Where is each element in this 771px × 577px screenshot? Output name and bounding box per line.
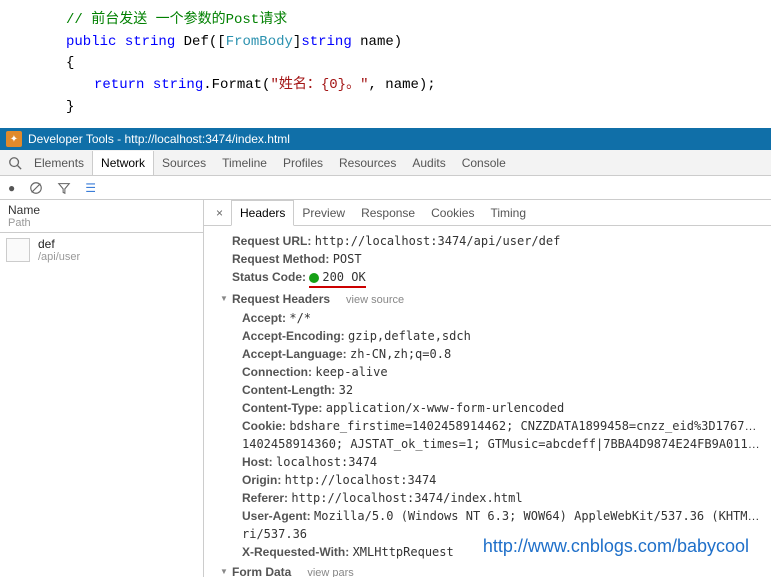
tab-resources[interactable]: Resources bbox=[331, 151, 404, 175]
tab-profiles[interactable]: Profiles bbox=[275, 151, 331, 175]
window-title: Developer Tools - http://localhost:3474/… bbox=[28, 132, 290, 146]
inspect-icon[interactable] bbox=[4, 156, 26, 171]
list-icon[interactable]: ☰ bbox=[85, 181, 96, 195]
filter-icon[interactable] bbox=[57, 181, 71, 196]
view-parsed-link[interactable]: view pars bbox=[307, 567, 353, 577]
request-path: /api/user bbox=[38, 251, 80, 263]
dtab-headers[interactable]: Headers bbox=[231, 200, 294, 226]
window-title-bar: ✦ Developer Tools - http://localhost:347… bbox=[0, 128, 771, 150]
request-list: Name Path def /api/user bbox=[0, 200, 204, 577]
request-thumb bbox=[6, 238, 30, 262]
main-tabs: Elements Network Sources Timeline Profil… bbox=[0, 150, 771, 176]
view-source-link[interactable]: view source bbox=[346, 294, 404, 306]
record-icon[interactable]: ● bbox=[8, 181, 15, 195]
status-dot-icon bbox=[309, 273, 319, 283]
request-row[interactable]: def /api/user bbox=[0, 233, 203, 267]
filter-toolbar: ● ☰ bbox=[0, 176, 771, 200]
tab-timeline[interactable]: Timeline bbox=[214, 151, 275, 175]
close-icon[interactable]: × bbox=[208, 206, 231, 220]
tab-sources[interactable]: Sources bbox=[154, 151, 214, 175]
dtab-preview[interactable]: Preview bbox=[294, 201, 353, 225]
details-tabs: × Headers Preview Response Cookies Timin… bbox=[204, 200, 771, 226]
devtools-panel: Elements Network Sources Timeline Profil… bbox=[0, 150, 771, 577]
request-list-header[interactable]: Name Path bbox=[0, 200, 203, 233]
tab-audits[interactable]: Audits bbox=[404, 151, 453, 175]
devtools-icon: ✦ bbox=[6, 131, 22, 147]
request-details: × Headers Preview Response Cookies Timin… bbox=[204, 200, 771, 577]
request-name: def bbox=[38, 237, 80, 251]
dtab-response[interactable]: Response bbox=[353, 201, 423, 225]
section-form-data[interactable]: Form Dataview pars bbox=[232, 563, 761, 577]
tab-elements[interactable]: Elements bbox=[26, 151, 92, 175]
section-request-headers[interactable]: Request Headersview source bbox=[232, 290, 761, 309]
code-comment: // 前台发送 一个参数的Post请求 bbox=[66, 12, 287, 28]
tab-network[interactable]: Network bbox=[92, 151, 154, 175]
clear-icon[interactable] bbox=[29, 181, 43, 196]
dtab-timing[interactable]: Timing bbox=[482, 201, 534, 225]
headers-body: Request URL: http://localhost:3474/api/u… bbox=[204, 226, 771, 577]
tab-console[interactable]: Console bbox=[454, 151, 514, 175]
dtab-cookies[interactable]: Cookies bbox=[423, 201, 482, 225]
code-editor: // 前台发送 一个参数的Post请求 public string Def([F… bbox=[0, 0, 771, 128]
